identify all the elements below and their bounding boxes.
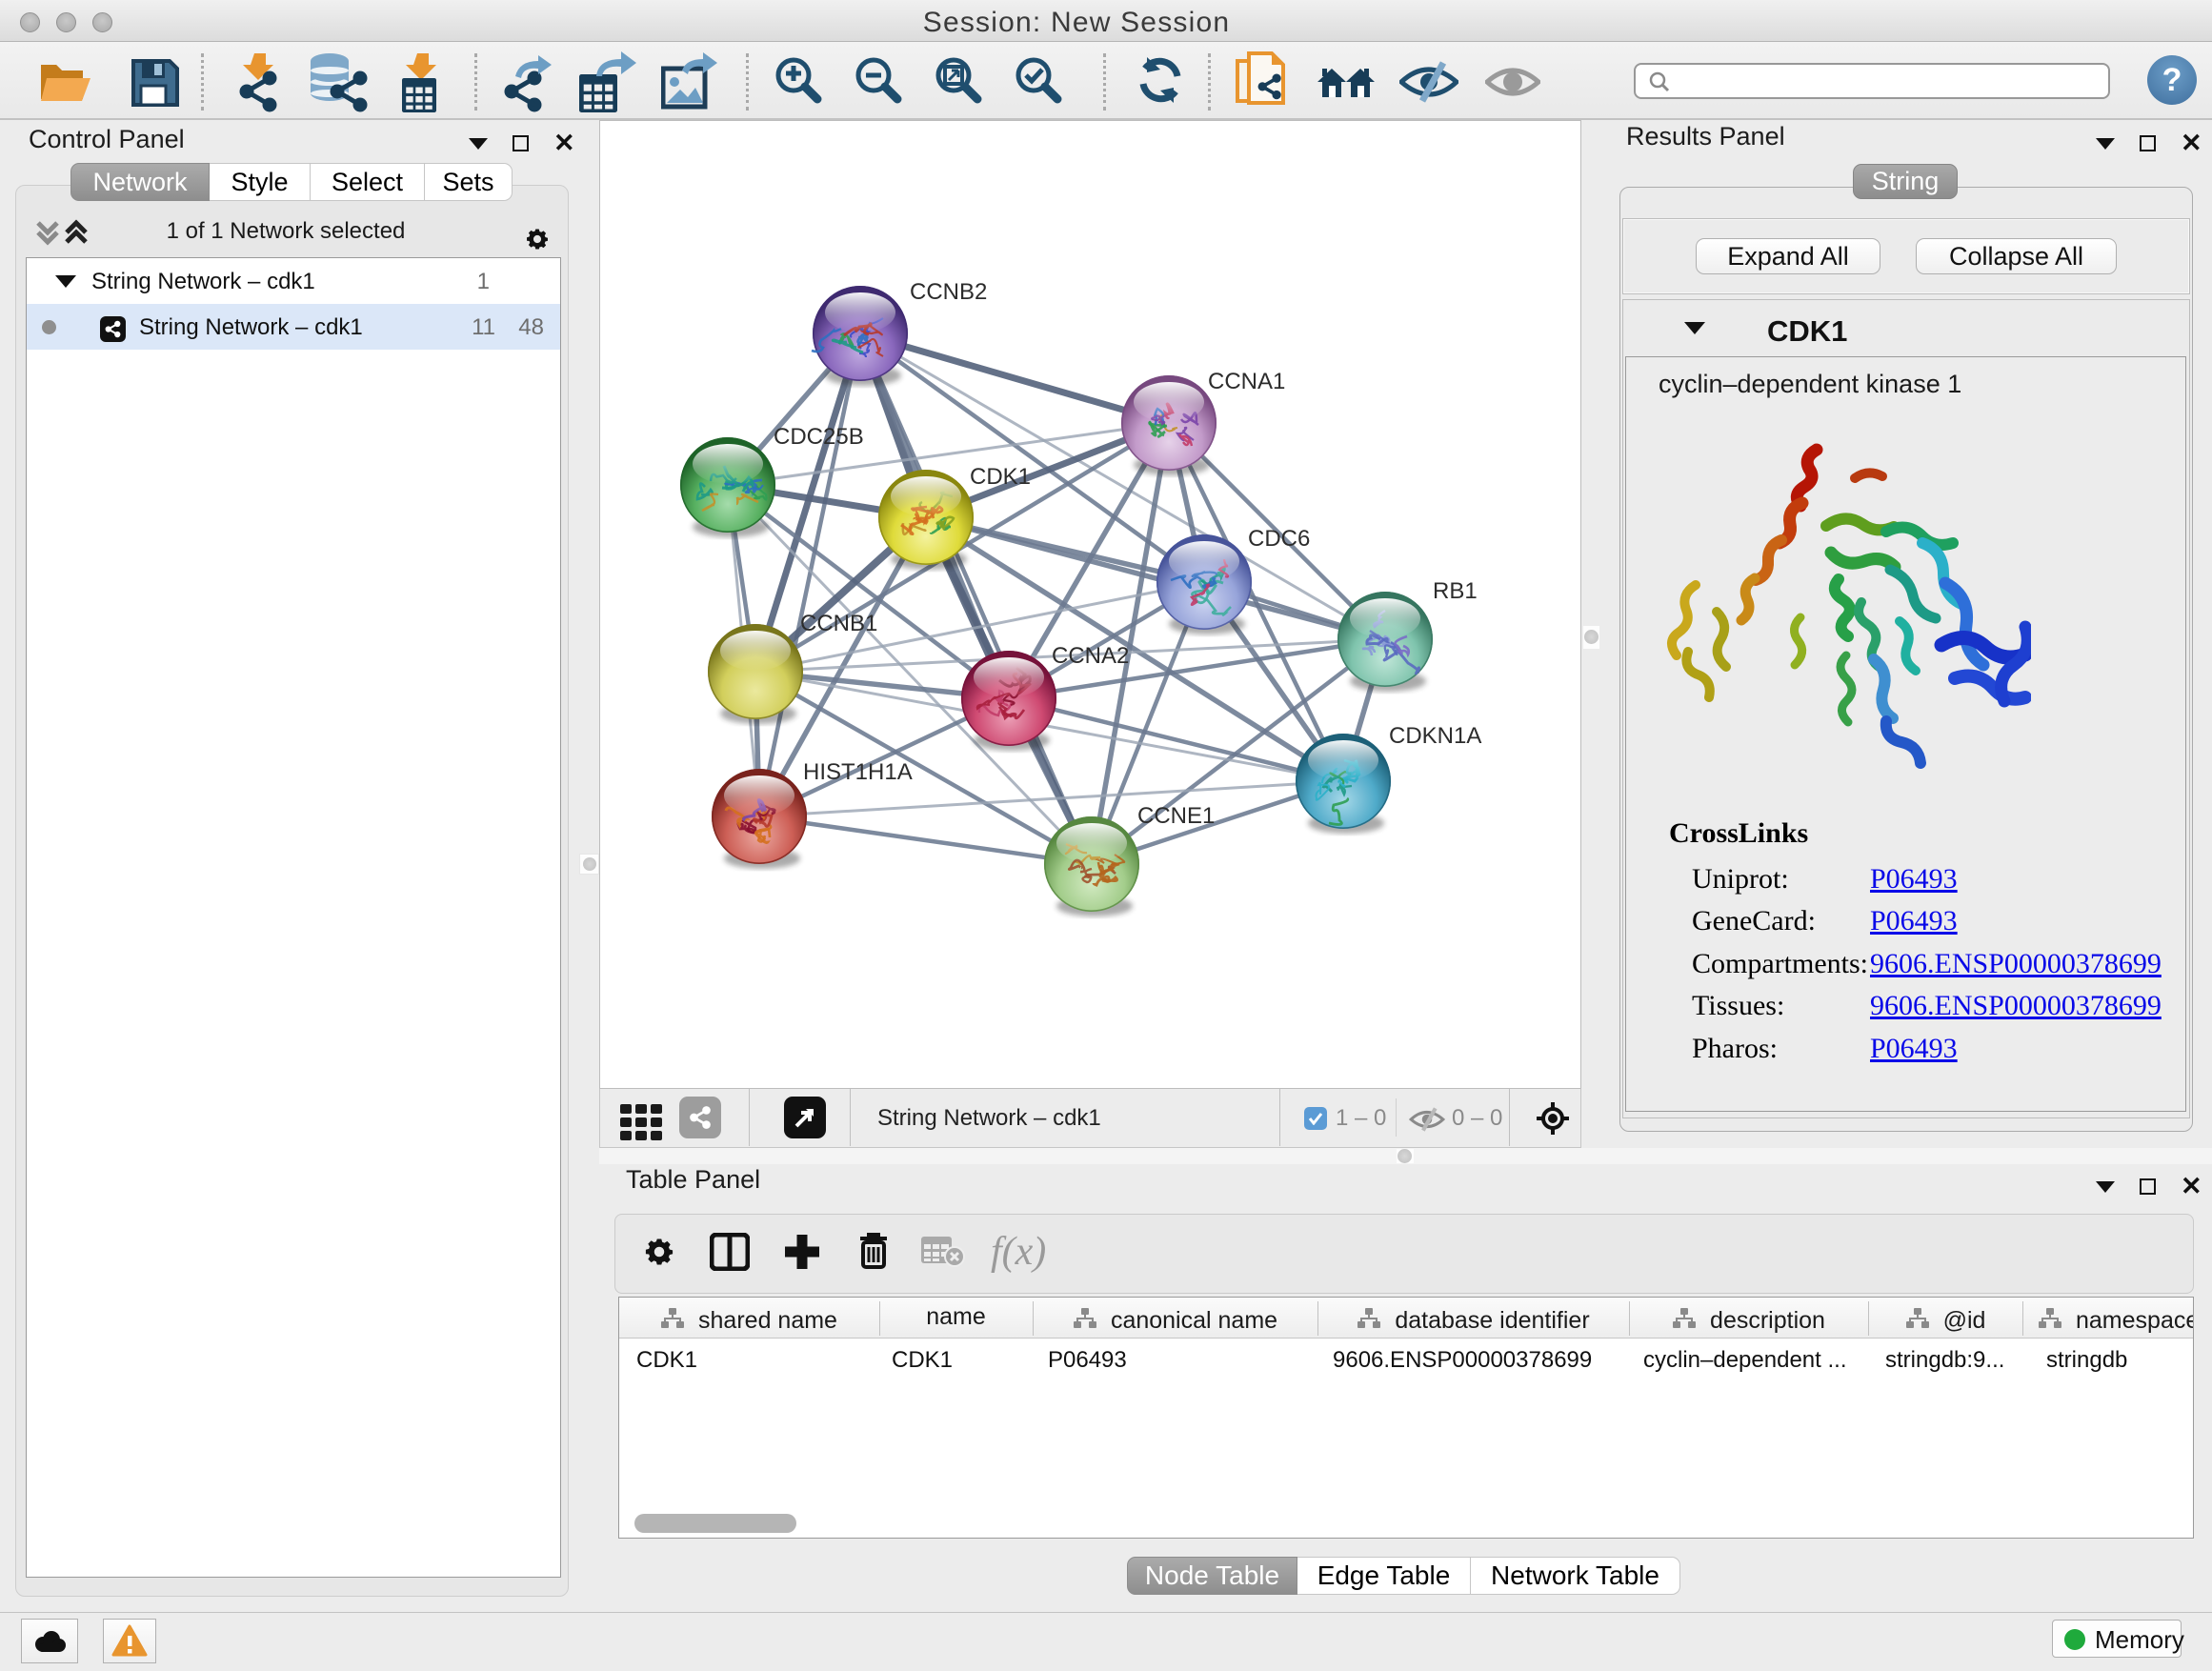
svg-text:CCNA1: CCNA1	[1208, 369, 1285, 394]
svg-text:HIST1H1A: HIST1H1A	[803, 759, 913, 785]
svg-text:CDKN1A: CDKN1A	[1389, 723, 1481, 749]
svg-text:CCNB1: CCNB1	[800, 611, 877, 636]
svg-text:CDC6: CDC6	[1248, 526, 1310, 552]
svg-text:CDK1: CDK1	[970, 464, 1031, 490]
svg-text:CCNB2: CCNB2	[910, 279, 987, 305]
svg-text:CCNE1: CCNE1	[1137, 803, 1215, 829]
svg-text:CDC25B: CDC25B	[774, 424, 864, 450]
svg-text:CCNA2: CCNA2	[1052, 643, 1129, 669]
svg-text:RB1: RB1	[1433, 578, 1478, 604]
